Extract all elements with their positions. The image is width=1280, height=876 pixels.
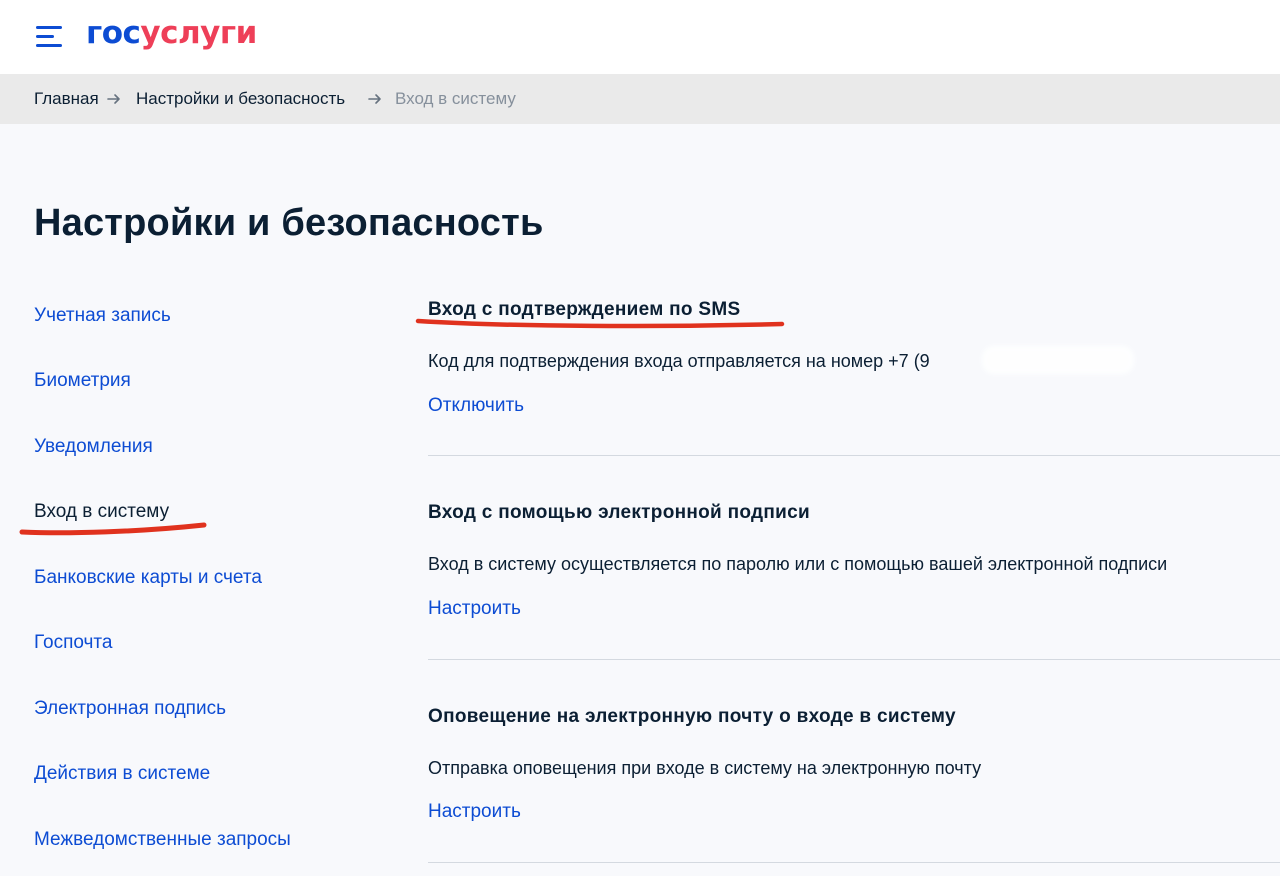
hamburger-menu-icon[interactable] — [36, 26, 64, 48]
section-title-signature: Вход с помощью электронной подписи — [428, 502, 811, 523]
breadcrumb-current: Вход в систему — [395, 89, 516, 108]
page-title: Настройки и безопасность — [34, 202, 544, 244]
sidebar-item-interagency-requests[interactable]: Межведомственные запросы — [34, 828, 291, 852]
sidebar-item-gospochta[interactable]: Госпочта — [34, 631, 112, 655]
section-description-email-alert: Отправка оповещения при входе в систему … — [428, 758, 982, 778]
arrow-right-icon — [107, 94, 120, 104]
section-description-signature: Вход в систему осуществляется по паролю … — [428, 554, 1168, 574]
sidebar-item-notifications[interactable]: Уведомления — [34, 435, 153, 459]
sidebar-item-login[interactable]: Вход в систему — [34, 500, 169, 524]
arrow-right-icon — [368, 94, 381, 104]
sidebar-item-digital-signature[interactable]: Электронная подпись — [34, 697, 226, 721]
section-divider — [428, 862, 1280, 863]
breadcrumb: Главная Настройки и безопасность Вход в … — [0, 74, 1280, 124]
gosuslugi-logo[interactable]: госуслуги — [86, 13, 257, 53]
sidebar-item-activity[interactable]: Действия в системе — [34, 762, 210, 786]
section-divider — [428, 455, 1280, 456]
section-divider — [428, 659, 1280, 660]
configure-signature-link[interactable]: Настроить — [428, 597, 521, 621]
section-description-sms: Код для подтверждения входа отправляется… — [428, 351, 930, 371]
redacted-phone-mask — [982, 346, 1134, 374]
sidebar-item-biometrics[interactable]: Биометрия — [34, 369, 131, 393]
disable-sms-link[interactable]: Отключить — [428, 394, 524, 418]
breadcrumb-settings[interactable]: Настройки и безопасность — [136, 89, 345, 109]
section-title-sms: Вход с подтверждением по SMS — [428, 299, 741, 320]
breadcrumb-home[interactable]: Главная — [34, 89, 99, 109]
site-header: госуслуги — [0, 0, 1280, 74]
section-title-email-alert: Оповещение на электронную почту о входе … — [428, 706, 956, 727]
sidebar-item-account[interactable]: Учетная запись — [34, 304, 171, 328]
sidebar-item-bank-cards[interactable]: Банковские карты и счета — [34, 566, 262, 590]
configure-email-alert-link[interactable]: Настроить — [428, 800, 521, 824]
